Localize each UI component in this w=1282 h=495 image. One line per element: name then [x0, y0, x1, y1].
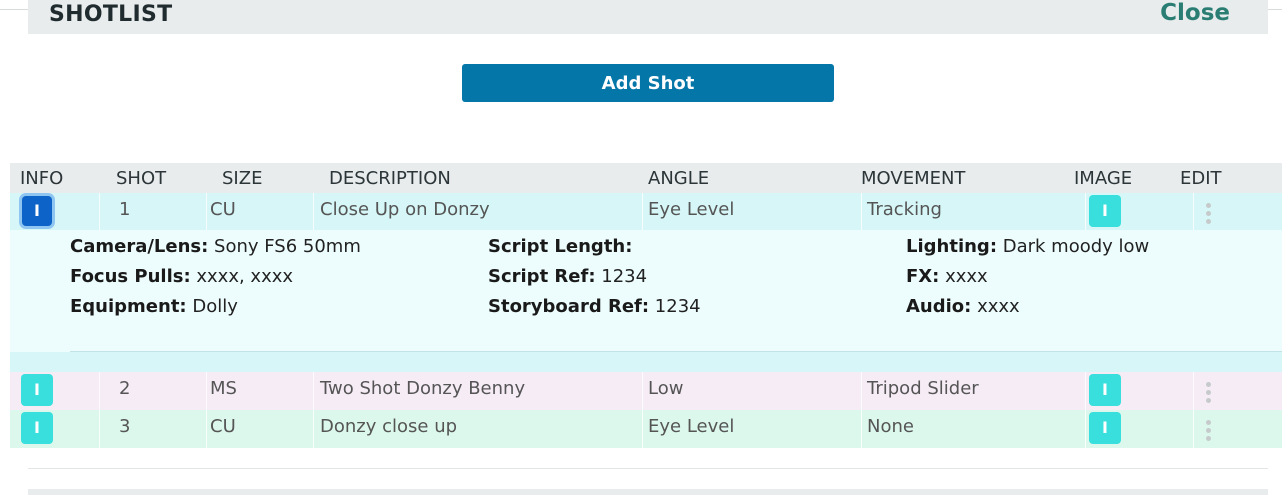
- bottom-divider: [28, 468, 1268, 469]
- shot-movement: Tripod Slider: [867, 378, 979, 399]
- shot-description: Close Up on Donzy: [320, 199, 490, 220]
- detail-lighting: Lighting: Dark moody low: [906, 236, 1150, 257]
- info-button[interactable]: I: [22, 196, 52, 226]
- add-shot-button[interactable]: Add Shot: [462, 64, 834, 102]
- shot-angle: Eye Level: [648, 199, 735, 220]
- shot-number: 3: [119, 416, 131, 437]
- column-header-edit: EDIT: [1180, 168, 1222, 189]
- footer-bar: [28, 489, 1268, 495]
- details-spacer: [10, 352, 1282, 372]
- detail-audio: Audio: xxxx: [906, 296, 1020, 317]
- shotlist-header: SHOTLIST Close: [28, 0, 1268, 34]
- column-header-shot: SHOT: [116, 168, 167, 189]
- table-row[interactable]: I 1 CU Close Up on Donzy Eye Level Track…: [10, 193, 1282, 230]
- page-title: SHOTLIST: [49, 2, 173, 27]
- kebab-menu-icon[interactable]: [1206, 203, 1212, 225]
- image-button[interactable]: I: [1089, 374, 1121, 406]
- shotlist-table: INFO SHOT SIZE DESCRIPTION ANGLE MOVEMEN…: [10, 163, 1282, 193]
- info-button[interactable]: I: [21, 374, 53, 406]
- info-button[interactable]: I: [21, 412, 53, 444]
- column-header-image: IMAGE: [1074, 168, 1133, 189]
- detail-fx: FX: xxxx: [906, 266, 988, 287]
- shot-movement: None: [867, 416, 914, 437]
- detail-script-ref: Script Ref: 1234: [488, 266, 648, 287]
- table-row[interactable]: I 2 MS Two Shot Donzy Benny Low Tripod S…: [10, 372, 1282, 410]
- column-header-info: INFO: [20, 168, 64, 189]
- close-link[interactable]: Close: [1160, 0, 1230, 26]
- detail-equipment: Equipment: Dolly: [70, 296, 238, 317]
- image-button[interactable]: I: [1089, 412, 1121, 444]
- shot-angle: Eye Level: [648, 416, 735, 437]
- table-header: INFO SHOT SIZE DESCRIPTION ANGLE MOVEMEN…: [10, 163, 1282, 193]
- shot-size: CU: [210, 416, 236, 437]
- shot-details-panel: Camera/Lens: Sony FS6 50mm Focus Pulls: …: [10, 230, 1282, 352]
- image-button[interactable]: I: [1089, 195, 1121, 227]
- shot-size: CU: [210, 199, 236, 220]
- column-header-size: SIZE: [222, 168, 263, 189]
- kebab-menu-icon[interactable]: [1206, 420, 1212, 442]
- table-row[interactable]: I 3 CU Donzy close up Eye Level None I: [10, 410, 1282, 448]
- column-header-description: DESCRIPTION: [329, 168, 451, 189]
- shot-size: MS: [210, 378, 237, 399]
- shot-description: Donzy close up: [320, 416, 458, 437]
- shot-movement: Tracking: [867, 199, 942, 220]
- shot-number: 2: [119, 378, 131, 399]
- column-header-movement: MOVEMENT: [861, 168, 966, 189]
- kebab-menu-icon[interactable]: [1206, 382, 1212, 404]
- detail-focus-pulls: Focus Pulls: xxxx, xxxx: [70, 266, 294, 287]
- shot-number: 1: [119, 199, 131, 220]
- detail-storyboard-ref: Storyboard Ref: 1234: [488, 296, 701, 317]
- detail-camera-lens: Camera/Lens: Sony FS6 50mm: [70, 236, 361, 257]
- shot-angle: Low: [648, 378, 684, 399]
- column-header-angle: ANGLE: [648, 168, 710, 189]
- detail-script-length: Script Length:: [488, 236, 633, 257]
- shot-description: Two Shot Donzy Benny: [320, 378, 526, 399]
